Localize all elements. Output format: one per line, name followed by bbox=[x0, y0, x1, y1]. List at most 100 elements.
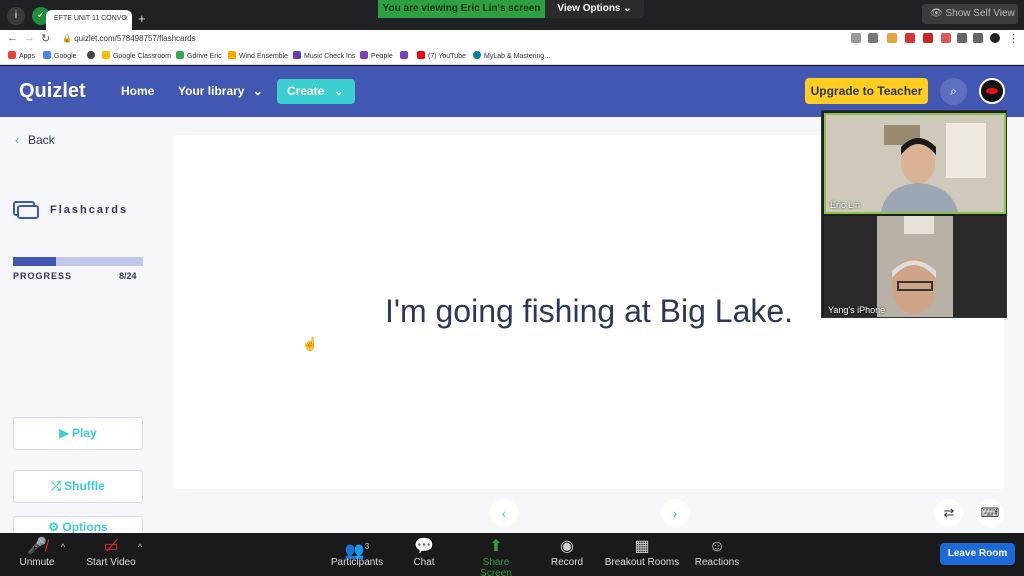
progress-label: PROGRESS bbox=[13, 271, 73, 281]
options-label: Options bbox=[62, 520, 108, 533]
browser-tab[interactable]: EFTE UNIT 11 CONVO × bbox=[46, 10, 132, 30]
forward-arrow-icon[interactable]: → bbox=[24, 32, 35, 44]
tab-title: EFTE UNIT 11 CONVO bbox=[54, 15, 127, 22]
video-tile-eric[interactable]: Eric Lin bbox=[824, 113, 1006, 214]
new-tab-button[interactable]: + bbox=[138, 11, 146, 26]
extension-icon[interactable] bbox=[923, 33, 933, 43]
reactions-label: Reactions bbox=[694, 557, 740, 568]
mouse-cursor-icon: ☝ bbox=[302, 336, 319, 351]
bookmark-blank[interactable] bbox=[400, 51, 411, 60]
reload-icon[interactable]: ↻ bbox=[41, 32, 50, 45]
extension-icon[interactable] bbox=[887, 33, 897, 43]
back-label: Back bbox=[28, 133, 55, 147]
mode-title: Flashcards bbox=[50, 204, 129, 216]
bookmark-wind-ensemble[interactable]: Wind Ensemble bbox=[228, 51, 288, 60]
breakout-rooms-label: Breakout Rooms bbox=[604, 557, 680, 568]
avatar[interactable] bbox=[979, 78, 1005, 104]
play-button[interactable]: ▶ Play bbox=[13, 417, 143, 450]
muted-microphone-icon: 🎤̸ bbox=[27, 538, 47, 555]
participant-video bbox=[824, 216, 1006, 317]
your-library-label: Your library bbox=[178, 84, 245, 98]
profile-avatar[interactable] bbox=[990, 33, 1000, 43]
bookmark-gdrive[interactable]: Gdrive Eric bbox=[176, 51, 222, 60]
reactions-button[interactable]: ☺ Reactions bbox=[694, 537, 740, 568]
breakout-rooms-button[interactable]: ▦ Breakout Rooms bbox=[604, 537, 680, 568]
record-label: Record bbox=[550, 557, 584, 568]
keyboard-icon[interactable]: ⌨ bbox=[976, 499, 1004, 527]
start-video-label: Start Video bbox=[86, 557, 136, 568]
reading-list-icon[interactable] bbox=[973, 33, 983, 43]
bookmarks-bar: Apps Google Google Classroom Gdrive Eric… bbox=[0, 48, 1024, 65]
chat-label: Chat bbox=[413, 557, 435, 568]
address-bar-row: ← → ↻ 🔒 quizlet.com/578498757/flashcards… bbox=[0, 30, 1024, 48]
record-button[interactable]: ◉ Record bbox=[550, 537, 584, 568]
bookmark-music-check-ins[interactable]: Music Check Ins bbox=[293, 51, 355, 60]
caret-up-icon: ^ bbox=[60, 542, 66, 552]
view-options-button[interactable]: View Options ⌄ bbox=[545, 0, 644, 18]
bookmark-people[interactable]: People bbox=[360, 51, 393, 60]
browser-tab-strip: i ✓ EFTE UNIT 11 CONVO × + You are viewi… bbox=[0, 0, 1024, 30]
unmute-label: Unmute bbox=[19, 557, 55, 568]
share-screen-button[interactable]: ⬆ Share Screen bbox=[466, 537, 526, 576]
participants-button[interactable]: 👥3 Participants bbox=[330, 537, 384, 568]
share-screen-label: Share Screen bbox=[480, 557, 512, 576]
search-icon[interactable]: ⌕ bbox=[940, 78, 967, 105]
video-options-caret[interactable]: ^ bbox=[135, 537, 145, 557]
video-off-icon: ▭̸ bbox=[103, 538, 119, 555]
bookmark-google-classroom[interactable]: Google Classroom bbox=[102, 51, 171, 60]
video-panel: Eric Lin Yang's iPhone bbox=[821, 110, 1007, 318]
previous-card-button[interactable]: ‹ bbox=[490, 499, 518, 527]
kebab-menu-icon[interactable]: ⋮ bbox=[1008, 32, 1019, 45]
url-field[interactable]: 🔒 quizlet.com/578498757/flashcards bbox=[62, 32, 902, 46]
caret-up-icon: ^ bbox=[137, 542, 143, 552]
create-label: Create bbox=[287, 84, 325, 98]
progress-bar bbox=[13, 257, 143, 266]
close-tab-icon[interactable]: × bbox=[123, 14, 128, 23]
gear-icon: ⚙ bbox=[48, 520, 63, 533]
upgrade-to-teacher-button[interactable]: Upgrade to Teacher bbox=[805, 78, 928, 104]
participants-icon: 👥3 bbox=[344, 542, 370, 560]
leave-room-button[interactable]: Leave Room bbox=[940, 543, 1015, 565]
start-video-button[interactable]: ▭̸ Start Video bbox=[85, 537, 137, 568]
participant-video bbox=[826, 115, 1004, 212]
bookmark-youtube[interactable]: (7) YouTube bbox=[417, 51, 466, 60]
bookmark-blank[interactable] bbox=[87, 51, 98, 60]
chevron-down-icon: ⌄ bbox=[333, 84, 344, 98]
participants-label: Participants bbox=[330, 557, 384, 568]
star-icon[interactable] bbox=[868, 33, 878, 43]
create-button[interactable]: Create ⌄ bbox=[277, 79, 355, 104]
video-tile-yang[interactable]: Yang's iPhone bbox=[824, 216, 1006, 317]
puzzle-icon[interactable] bbox=[957, 33, 967, 43]
back-arrow-icon[interactable]: ← bbox=[7, 32, 18, 44]
back-link[interactable]: ‹ Back bbox=[15, 133, 55, 147]
smiley-icon: ☺ bbox=[708, 538, 726, 555]
zoom-icon[interactable] bbox=[851, 33, 861, 43]
next-card-button[interactable]: › bbox=[661, 499, 689, 527]
bookmark-apps[interactable]: Apps bbox=[8, 51, 35, 60]
breakout-rooms-icon: ▦ bbox=[634, 538, 650, 555]
bookmark-mylab[interactable]: MyLab & Mastering... bbox=[473, 51, 550, 60]
info-icon[interactable]: i bbox=[7, 7, 25, 25]
nav-home-link[interactable]: Home bbox=[121, 84, 154, 98]
zoom-window: i ✓ EFTE UNIT 11 CONVO × + You are viewi… bbox=[0, 0, 1024, 576]
swap-sides-icon[interactable]: ⇄ bbox=[935, 499, 963, 527]
share-screen-icon: ⬆ bbox=[489, 538, 503, 555]
flashcards-icon bbox=[13, 201, 39, 219]
screen-share-banner: You are viewing Eric Lin's screen bbox=[378, 0, 545, 18]
chat-icon: 💬 bbox=[414, 538, 434, 555]
eye-icon: 👁 bbox=[930, 8, 946, 19]
chat-button[interactable]: 💬 Chat bbox=[410, 537, 438, 568]
unmute-button[interactable]: 🎤̸ Unmute bbox=[17, 537, 57, 568]
self-view-label: Show Self View bbox=[945, 8, 1015, 19]
shuffle-button[interactable]: ⤮ Shuffle bbox=[13, 470, 143, 503]
options-button[interactable]: ⚙ Options bbox=[13, 516, 143, 533]
extension-icon[interactable] bbox=[905, 33, 915, 43]
bookmark-google[interactable]: Google bbox=[43, 51, 77, 60]
nav-your-library[interactable]: Your library ⌄ bbox=[178, 84, 263, 98]
participant-name: Yang's iPhone bbox=[828, 305, 886, 315]
quizlet-logo[interactable]: Quizlet bbox=[19, 80, 86, 103]
lock-icon: 🔒 bbox=[62, 34, 75, 43]
show-self-view-button[interactable]: 👁 Show Self View bbox=[922, 4, 1018, 24]
audio-options-caret[interactable]: ^ bbox=[58, 537, 68, 557]
extension-icon[interactable] bbox=[941, 33, 951, 43]
